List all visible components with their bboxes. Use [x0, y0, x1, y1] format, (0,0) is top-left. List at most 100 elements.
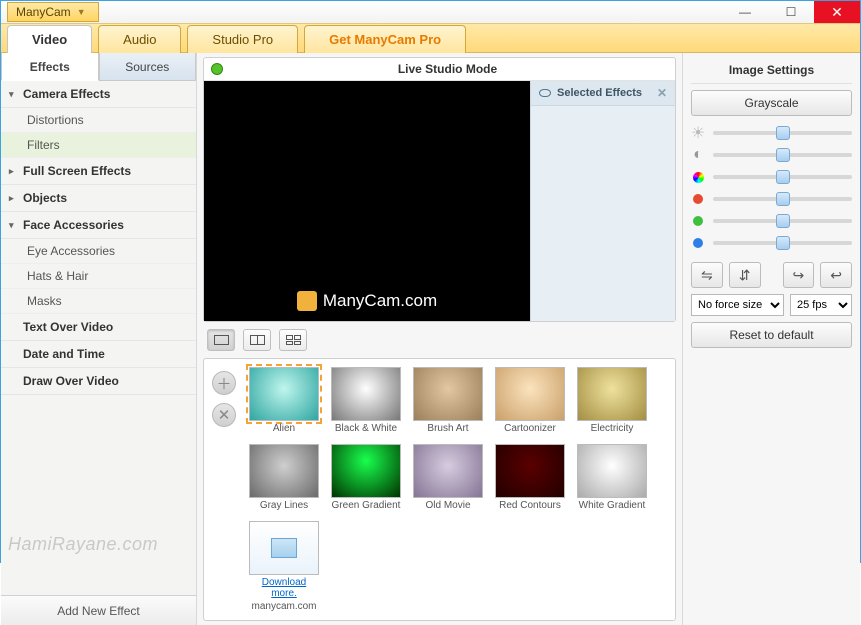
selected-effects-panel: Selected Effects ✕: [530, 81, 675, 321]
thumbnail-image: [331, 367, 401, 421]
eye-icon: [539, 89, 551, 97]
tab-video[interactable]: Video: [7, 25, 92, 53]
download-more-link[interactable]: Download more.: [248, 577, 320, 599]
thumbnail-image: [495, 444, 565, 498]
redo-button[interactable]: ↪: [783, 262, 815, 288]
thumbnail-image: [577, 444, 647, 498]
image-settings-title: Image Settings: [691, 59, 852, 84]
video-preview[interactable]: ManyCam.com: [204, 81, 530, 321]
thumbnail-label: Red Contours: [494, 500, 566, 511]
tab-get-pro[interactable]: Get ManyCam Pro: [304, 25, 466, 53]
category-face-accessories[interactable]: ▾ Face Accessories: [1, 212, 196, 239]
category-date-time[interactable]: Date and Time: [1, 341, 196, 368]
effect-thumb-gray-lines[interactable]: Gray Lines: [248, 444, 320, 511]
color-slider[interactable]: [713, 175, 852, 179]
thumbnail-image: [413, 444, 483, 498]
category-label: Date and Time: [23, 347, 105, 361]
flip-horizontal-icon: ⇋: [701, 267, 713, 284]
maximize-button[interactable]: ☐: [768, 1, 814, 23]
category-camera-effects[interactable]: ▾Camera Effects: [1, 81, 196, 108]
subcategory-masks[interactable]: Masks: [1, 289, 196, 314]
effect-thumb-white-gradient[interactable]: White Gradient: [576, 444, 648, 511]
effect-thumb-green-gradient[interactable]: Green Gradient: [330, 444, 402, 511]
subcategory-distortions[interactable]: Distortions: [1, 108, 196, 133]
category-objects[interactable]: ▸ Objects: [1, 185, 196, 212]
red-icon: [691, 192, 705, 206]
thumbnail-image: [249, 521, 319, 575]
subcategory-hats-hair[interactable]: Hats & Hair: [1, 264, 196, 289]
flip-horizontal-button[interactable]: ⇋: [691, 262, 723, 288]
manycam-logo-icon: [297, 291, 317, 311]
effect-thumb-cartoonizer[interactable]: Cartoonizer: [494, 367, 566, 434]
flip-vertical-button[interactable]: ⇵: [729, 262, 761, 288]
undo-icon: ↩: [830, 267, 842, 284]
force-size-select[interactable]: No force size: [691, 294, 784, 316]
minimize-button[interactable]: —: [722, 1, 768, 23]
gallery-add-button[interactable]: ＋: [212, 371, 236, 395]
chevron-right-icon: ▸: [9, 193, 19, 204]
tab-audio[interactable]: Audio: [98, 25, 181, 53]
subcategory-eye-accessories[interactable]: Eye Accessories: [1, 239, 196, 264]
add-new-effect-button[interactable]: Add New Effect: [1, 595, 196, 625]
fps-select[interactable]: 25 fps: [790, 294, 852, 316]
thumbnail-image: [249, 444, 319, 498]
brightness-slider[interactable]: [713, 131, 852, 135]
category-text-over-video[interactable]: Text Over Video: [1, 314, 196, 341]
chevron-right-icon: ▸: [9, 166, 19, 177]
tab-studio-pro[interactable]: Studio Pro: [187, 25, 298, 53]
category-full-screen-effects[interactable]: ▸ Full Screen Effects: [1, 158, 196, 185]
category-draw-over-video[interactable]: Draw Over Video: [1, 368, 196, 395]
selected-effects-title: Selected Effects: [557, 87, 642, 99]
close-button[interactable]: ✕: [814, 1, 860, 23]
layout-pip-button[interactable]: [243, 329, 271, 351]
thumbnail-image: [413, 367, 483, 421]
thumbnail-label: manycam.com: [248, 601, 320, 612]
undo-button[interactable]: ↩: [820, 262, 852, 288]
layout-single-button[interactable]: [207, 329, 235, 351]
category-label: Face Accessories: [23, 218, 124, 232]
thumbnail-label: Electricity: [576, 423, 648, 434]
thumbnail-label: Cartoonizer: [494, 423, 566, 434]
effect-thumb-alien[interactable]: Alien: [248, 367, 320, 434]
chevron-down-icon: ▾: [9, 220, 19, 231]
thumbnail-label: Alien: [248, 423, 320, 434]
contrast-icon: ◐: [691, 148, 705, 162]
pip-view-icon: [250, 335, 265, 345]
category-label: Draw Over Video: [23, 374, 119, 388]
red-slider[interactable]: [713, 197, 852, 201]
sidebar-tab-effects[interactable]: Effects: [1, 53, 99, 81]
chevron-down-icon: ▾: [9, 89, 19, 100]
reset-to-default-button[interactable]: Reset to default: [691, 322, 852, 348]
effect-thumb-old-movie[interactable]: Old Movie: [412, 444, 484, 511]
grayscale-button[interactable]: Grayscale: [691, 90, 852, 116]
contrast-slider[interactable]: [713, 153, 852, 157]
layout-grid-button[interactable]: [279, 329, 307, 351]
effect-thumb-brush-art[interactable]: Brush Art: [412, 367, 484, 434]
effect-thumb-electricity[interactable]: Electricity: [576, 367, 648, 434]
subcategory-filters[interactable]: Filters: [1, 133, 196, 158]
blue-slider[interactable]: [713, 241, 852, 245]
sidebar-tab-sources[interactable]: Sources: [99, 53, 197, 81]
flip-vertical-icon: ⇵: [739, 267, 751, 284]
category-label: Full Screen Effects: [23, 164, 131, 178]
preview-watermark: ManyCam.com: [323, 291, 437, 311]
thumbnail-image: [495, 367, 565, 421]
preview-title: Live Studio Mode: [228, 62, 667, 76]
effect-thumb-download-more[interactable]: Download more. manycam.com: [248, 521, 320, 612]
effect-thumb-red-contours[interactable]: Red Contours: [494, 444, 566, 511]
thumbnail-label: Gray Lines: [248, 500, 320, 511]
blue-icon: [691, 236, 705, 250]
app-menu-button[interactable]: ManyCam ▼: [7, 2, 99, 22]
brightness-icon: ☀: [691, 126, 705, 140]
close-selected-effects-button[interactable]: ✕: [657, 86, 667, 100]
thumbnail-label: Old Movie: [412, 500, 484, 511]
category-label: Text Over Video: [23, 320, 113, 334]
effect-thumb-black-white[interactable]: Black & White: [330, 367, 402, 434]
green-icon: [691, 214, 705, 228]
single-view-icon: [214, 335, 229, 345]
category-label: Objects: [23, 191, 67, 205]
green-slider[interactable]: [713, 219, 852, 223]
gallery-remove-button[interactable]: ✕: [212, 403, 236, 427]
thumbnail-image: [331, 444, 401, 498]
color-icon: [691, 170, 705, 184]
